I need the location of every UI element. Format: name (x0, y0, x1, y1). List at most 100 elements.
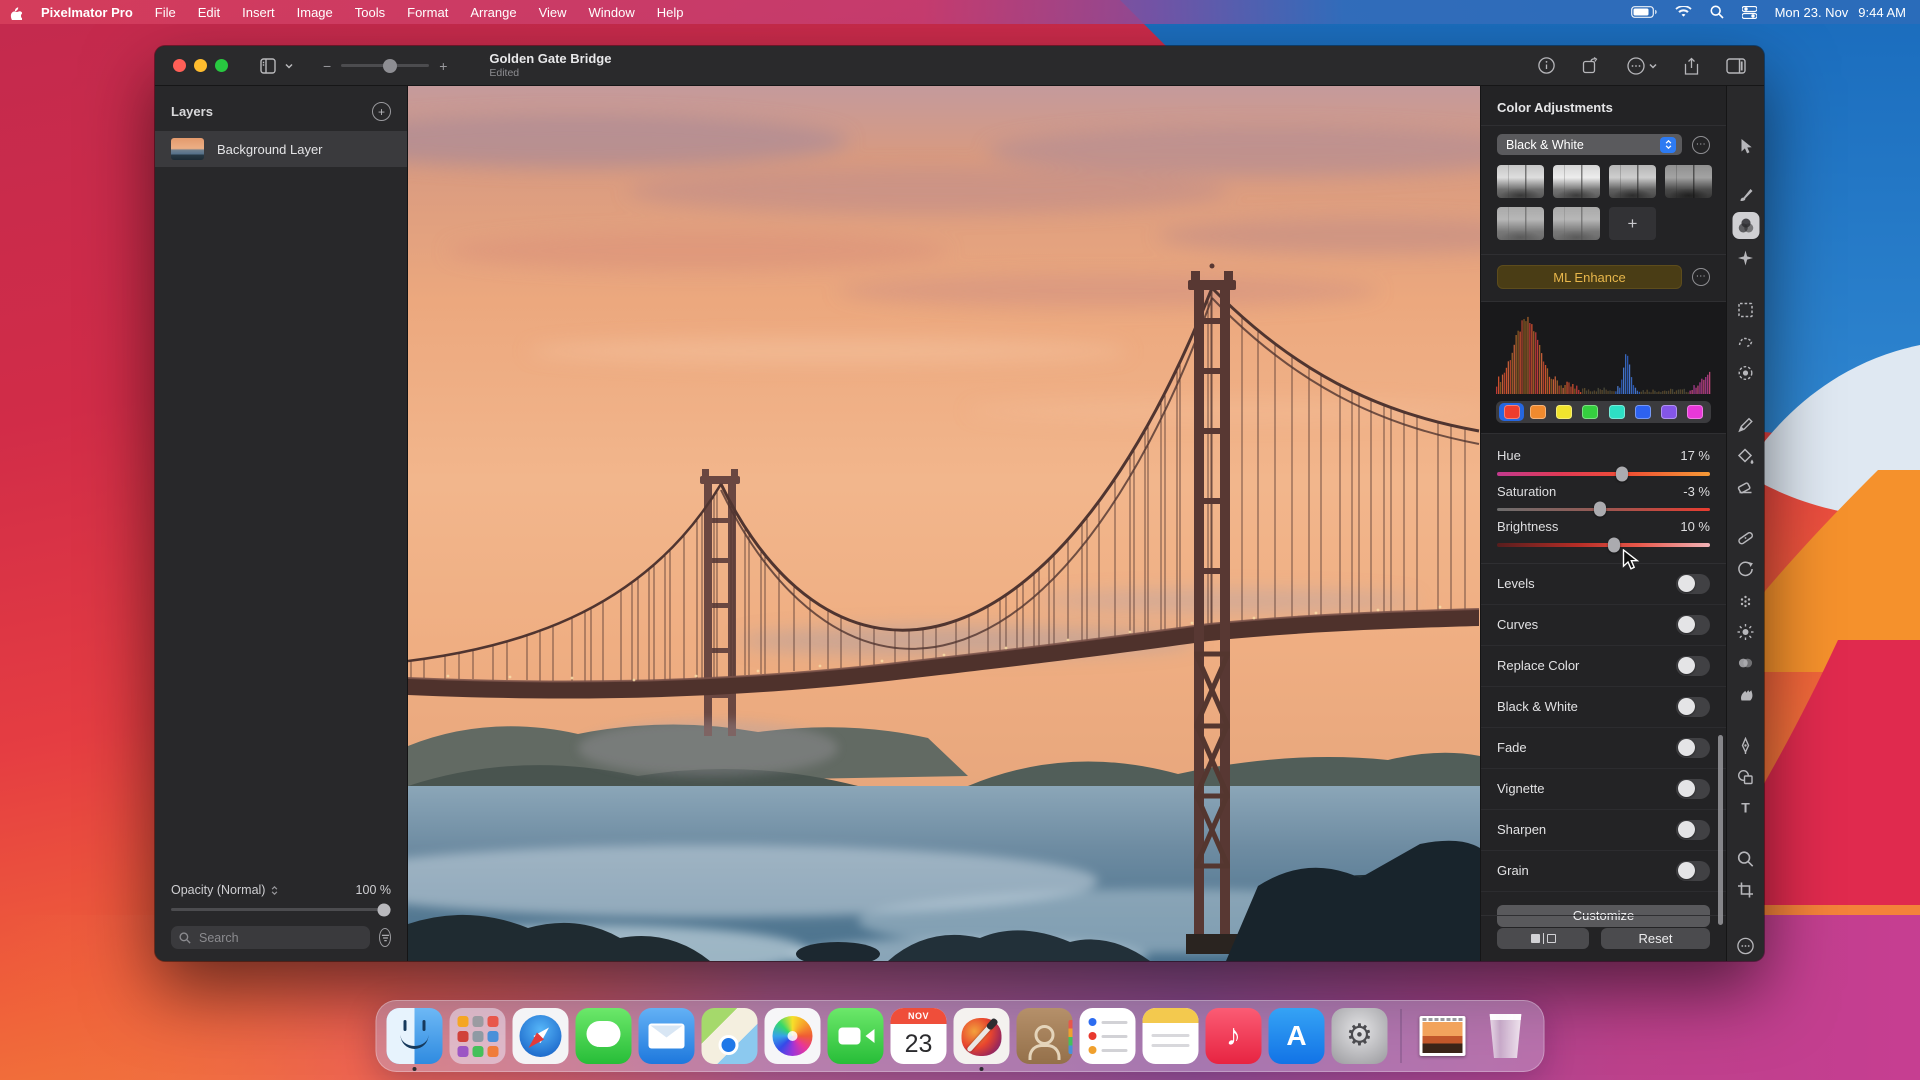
dock-item-notes[interactable] (1143, 1008, 1199, 1064)
vignette-toggle[interactable] (1676, 779, 1710, 799)
preset-thumbnail-6[interactable] (1553, 207, 1600, 240)
menu-item-help[interactable]: Help (646, 0, 695, 24)
pen-tool-icon[interactable] (1732, 732, 1759, 759)
sharpen-toggle[interactable] (1676, 820, 1710, 840)
preset-thumbnail-5[interactable] (1497, 207, 1544, 240)
zoom-slider-knob[interactable] (383, 59, 397, 73)
panel-scrollbar[interactable] (1718, 735, 1723, 925)
style-tool-icon[interactable] (1732, 180, 1759, 207)
dock-item-system-preferences[interactable]: ⚙ (1332, 1008, 1388, 1064)
close-button[interactable] (173, 59, 186, 72)
control-center-icon[interactable] (1742, 6, 1757, 19)
opacity-slider-knob[interactable] (378, 903, 391, 916)
add-preset-button[interactable]: + (1609, 207, 1656, 240)
fade-toggle[interactable] (1676, 738, 1710, 758)
opacity-slider[interactable] (171, 908, 391, 911)
menu-item-image[interactable]: Image (286, 0, 344, 24)
menu-item-file[interactable]: File (144, 0, 187, 24)
menu-item-view[interactable]: View (528, 0, 578, 24)
dock-item-photos[interactable] (765, 1008, 821, 1064)
preset-dropdown[interactable]: Black & White (1497, 134, 1682, 155)
dock-item-calendar[interactable]: NOV23 (891, 1008, 947, 1064)
menu-item-window[interactable]: Window (578, 0, 646, 24)
fill-tool-icon[interactable] (1732, 442, 1759, 469)
menu-item-arrange[interactable]: Arrange (459, 0, 527, 24)
preset-more-button[interactable]: ⋯ (1692, 136, 1710, 154)
layer-search-input[interactable] (197, 930, 362, 946)
move-tool-icon[interactable] (1732, 132, 1759, 159)
dock-item-pixelmator-pro[interactable] (954, 1008, 1010, 1064)
sharpen-tool-icon[interactable] (1732, 618, 1759, 645)
color-swatch-1[interactable] (1499, 403, 1524, 421)
color-swatch-5[interactable] (1604, 403, 1629, 421)
menu-item-format[interactable]: Format (396, 0, 459, 24)
canvas[interactable] (408, 86, 1480, 961)
reset-button[interactable]: Reset (1601, 928, 1710, 949)
smart-select-tool-icon[interactable] (1732, 359, 1759, 386)
marquee-select-tool-icon[interactable] (1732, 296, 1759, 323)
black-white-toggle[interactable] (1676, 697, 1710, 717)
menu-item-insert[interactable]: Insert (231, 0, 286, 24)
menu-item-app[interactable]: Pixelmator Pro (30, 0, 144, 24)
info-button[interactable] (1538, 57, 1555, 74)
saturation-slider[interactable] (1497, 508, 1710, 512)
preset-thumbnail-2[interactable] (1553, 165, 1600, 198)
layer-row-background[interactable]: Background Layer (155, 131, 407, 167)
curves-toggle[interactable] (1676, 615, 1710, 635)
layer-filter-button[interactable] (379, 928, 391, 947)
view-options-button[interactable] (260, 58, 293, 74)
dock-item-reminders[interactable] (1080, 1008, 1136, 1064)
more-tools-icon[interactable] (1732, 932, 1759, 959)
dock-item-messages[interactable] (576, 1008, 632, 1064)
color-swatch-8[interactable] (1683, 403, 1708, 421)
dock-item-launchpad[interactable] (450, 1008, 506, 1064)
preset-thumbnail-3[interactable] (1609, 165, 1656, 198)
color-adjustments-tool-icon[interactable] (1732, 212, 1759, 239)
apple-menu-icon[interactable] (0, 5, 30, 20)
hue-slider[interactable] (1497, 472, 1710, 476)
slider-knob[interactable] (1616, 466, 1628, 481)
dock-item-contacts[interactable] (1017, 1008, 1073, 1064)
quick-select-tool-icon[interactable] (1732, 328, 1759, 355)
desaturate-tool-icon[interactable] (1732, 649, 1759, 676)
battery-icon[interactable] (1631, 6, 1657, 18)
crop-tool-icon[interactable] (1732, 876, 1759, 903)
zoom-in-button[interactable]: + (439, 58, 447, 74)
canvas-zoom-slider[interactable] (341, 64, 429, 67)
dock-item-trash[interactable] (1478, 1008, 1534, 1064)
more-options-button[interactable] (1627, 57, 1657, 75)
zoom-window-button[interactable] (215, 59, 228, 72)
minimize-button[interactable] (194, 59, 207, 72)
smudge-tool-icon[interactable] (1732, 680, 1759, 707)
color-swatch-4[interactable] (1578, 403, 1603, 421)
retouch-tool-icon[interactable] (1732, 524, 1759, 551)
preset-thumbnail-1[interactable] (1497, 165, 1544, 198)
zoom-tool-icon[interactable] (1732, 845, 1759, 872)
wifi-icon[interactable] (1675, 6, 1692, 19)
spotlight-search-icon[interactable] (1710, 5, 1724, 19)
sidebar-toggle-button[interactable] (1726, 58, 1746, 74)
dock-item-mail[interactable] (639, 1008, 695, 1064)
color-swatch-7[interactable] (1657, 403, 1682, 421)
opacity-label[interactable]: Opacity (Normal) (171, 883, 265, 897)
effects-tool-icon[interactable] (1732, 244, 1759, 271)
dock-item-facetime[interactable] (828, 1008, 884, 1064)
dock-item-app-store[interactable]: A (1269, 1008, 1325, 1064)
dock-item-recent-document[interactable] (1415, 1008, 1471, 1064)
dock-item-maps[interactable] (702, 1008, 758, 1064)
type-tool-icon[interactable]: T (1732, 794, 1759, 821)
color-swatch-3[interactable] (1552, 403, 1577, 421)
add-layer-button[interactable]: + (372, 102, 391, 121)
clone-tool-icon[interactable] (1732, 555, 1759, 582)
blur-tool-icon[interactable] (1732, 587, 1759, 614)
erase-tool-icon[interactable] (1732, 472, 1759, 499)
menu-item-edit[interactable]: Edit (187, 0, 231, 24)
layer-search-box[interactable] (171, 926, 370, 949)
menu-clock[interactable]: Mon 23. Nov9:44 AM (1775, 5, 1906, 20)
dock-item-finder[interactable] (387, 1008, 443, 1064)
brightness-slider[interactable] (1497, 543, 1710, 547)
replace-color-toggle[interactable] (1676, 656, 1710, 676)
grain-toggle[interactable] (1676, 861, 1710, 881)
dock-item-safari[interactable] (513, 1008, 569, 1064)
ml-enhance-button[interactable]: ML Enhance (1497, 265, 1682, 289)
